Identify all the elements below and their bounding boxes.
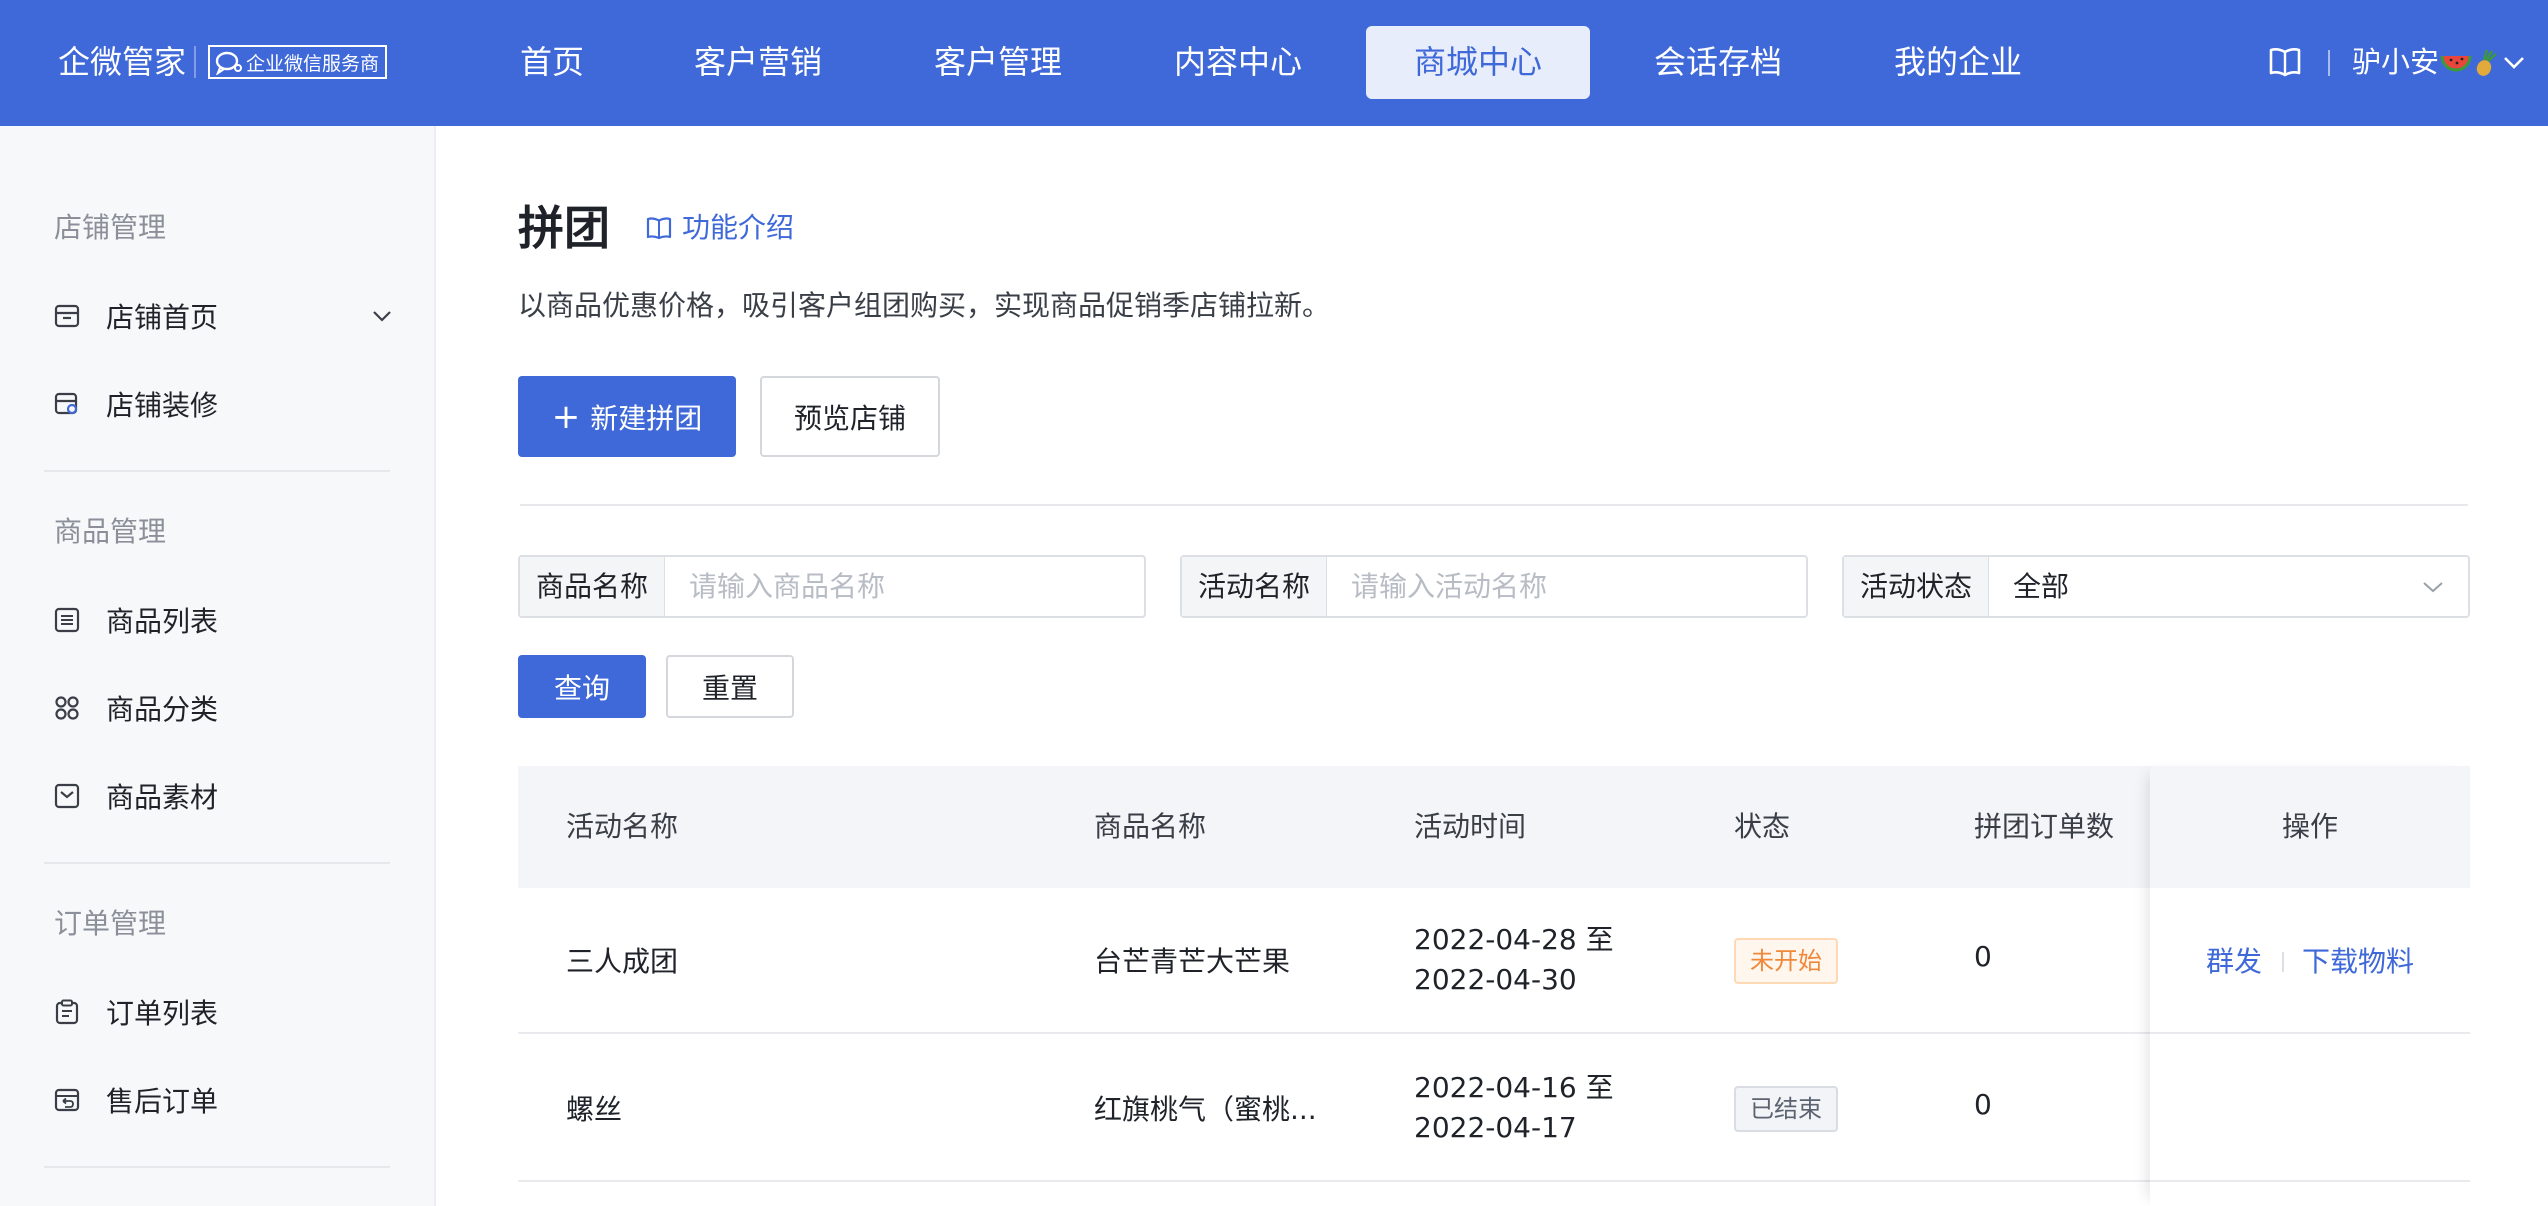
store-decorate-icon: [54, 392, 78, 415]
badge-text: 企业微信服务商: [246, 52, 380, 75]
row-product-name: 红旗桃气（蜜桃...: [1094, 1093, 1317, 1126]
row-activity-name: 三人成团: [566, 945, 679, 978]
sidebar-item-label: 订单列表: [106, 997, 219, 1030]
sidebar-item-store-home[interactable]: 店铺首页: [54, 286, 394, 346]
sidebar-item-store-decoration[interactable]: 店铺装修: [54, 374, 394, 434]
book-icon: [646, 217, 672, 240]
sidebar-item-after-sales[interactable]: 售后订单: [54, 1070, 394, 1130]
broadcast-link[interactable]: 群发: [2206, 940, 2262, 980]
sidebar: 店铺管理 店铺首页 店铺装修 商品管理 商品列表 商品分类 商品素材 订单管理 …: [0, 126, 436, 1206]
product-name-filter: 商品名称: [518, 555, 1146, 618]
sidebar-divider: [44, 470, 390, 472]
product-name-input[interactable]: [665, 557, 1144, 616]
activity-status-filter: 活动状态 全部: [1842, 555, 2470, 618]
brand-divider: [194, 46, 196, 78]
chevron-down-icon: [2423, 582, 2443, 593]
watermelon-icon: [2440, 49, 2497, 76]
column-order-count: 拼团订单数: [1974, 810, 2115, 843]
return-icon: [54, 1088, 80, 1112]
row-order-count: 0: [1974, 1088, 1992, 1121]
sidebar-item-label: 店铺首页: [106, 301, 219, 334]
chevron-down-icon[interactable]: [370, 304, 394, 328]
status-badge: 未开始: [1734, 938, 1838, 984]
brand-logo-text[interactable]: 企微管家: [58, 40, 186, 84]
activity-name-input[interactable]: [1327, 557, 1806, 616]
nav-home[interactable]: 首页: [492, 26, 612, 99]
user-name[interactable]: 驴小安: [2352, 40, 2439, 84]
section-divider: [520, 504, 2468, 506]
row-activity-name: 螺丝: [566, 1093, 623, 1126]
nav-customer-management[interactable]: 客户管理: [918, 26, 1078, 99]
user-divider: [2328, 50, 2330, 76]
time-end: 2022-04-30: [1414, 963, 1577, 996]
row-activity-time: 2022-04-28 至 2022-04-30: [1414, 920, 1614, 1000]
activity-status-value: 全部: [2013, 570, 2070, 603]
status-badge: 已结束: [1734, 1086, 1838, 1132]
sidebar-group-orders: 订单管理: [54, 907, 167, 940]
new-group-buy-button[interactable]: + 新建拼团: [518, 376, 736, 457]
sidebar-item-label: 商品分类: [106, 693, 219, 726]
time-end: 2022-04-17: [1414, 1111, 1577, 1144]
reset-button[interactable]: 重置: [666, 655, 794, 718]
page-title: 拼团: [518, 201, 610, 255]
sidebar-item-product-material[interactable]: 商品素材: [54, 766, 394, 826]
activity-name-label: 活动名称: [1182, 557, 1328, 616]
activity-status-select[interactable]: 全部: [1989, 557, 2468, 616]
nav-mall-center[interactable]: 商城中心: [1366, 26, 1590, 99]
product-name-label: 商品名称: [520, 557, 666, 616]
material-icon: [54, 783, 80, 809]
chevron-down-icon[interactable]: [2502, 52, 2526, 72]
category-icon: [55, 696, 79, 720]
feature-intro-link[interactable]: 功能介绍: [646, 208, 794, 248]
nav-my-enterprise[interactable]: 我的企业: [1878, 26, 2038, 99]
row-product-name: 台芒青芒大芒果: [1094, 945, 1291, 978]
help-book-icon[interactable]: [2268, 46, 2302, 78]
group-buy-table: 活动名称 商品名称 活动时间 状态 拼团订单数 操作 三人成团 台芒青芒大芒果 …: [518, 766, 2470, 1206]
service-provider-badge: 企业微信服务商: [208, 45, 388, 79]
list-icon: [54, 607, 80, 633]
sidebar-divider: [44, 862, 390, 864]
sidebar-group-store: 店铺管理: [54, 211, 167, 244]
new-group-buy-label: 新建拼团: [590, 401, 703, 435]
sidebar-item-order-list[interactable]: 订单列表: [54, 982, 394, 1042]
preview-store-button[interactable]: 预览店铺: [760, 376, 940, 457]
actions-column: [2150, 766, 2470, 1206]
column-status: 状态: [1734, 810, 1791, 843]
row-order-count: 0: [1974, 940, 1992, 973]
activity-name-filter: 活动名称: [1180, 555, 1808, 618]
row-activity-time: 2022-04-16 至 2022-04-17: [1414, 1068, 1614, 1148]
action-divider: [2282, 952, 2284, 972]
top-navbar: 企微管家 企业微信服务商 首页 客户营销 客户管理 内容中心 商城中心 会话存档…: [0, 0, 2548, 126]
time-start: 2022-04-28 至: [1414, 923, 1614, 956]
feature-intro-label: 功能介绍: [682, 211, 795, 244]
time-start: 2022-04-16 至: [1414, 1071, 1614, 1104]
sidebar-item-label: 售后订单: [106, 1085, 219, 1118]
column-activity-name: 活动名称: [566, 810, 679, 843]
sidebar-item-label: 商品列表: [106, 605, 219, 638]
page-description: 以商品优惠价格，吸引客户组团购买，实现商品促销季店铺拉新。: [518, 289, 1331, 322]
store-icon: [54, 304, 80, 328]
sidebar-group-products: 商品管理: [54, 515, 167, 548]
column-activity-time: 活动时间: [1414, 810, 1527, 843]
wecom-icon: [215, 51, 242, 75]
clipboard-icon: [55, 999, 79, 1025]
sidebar-item-product-category[interactable]: 商品分类: [54, 678, 394, 738]
sidebar-item-label: 店铺装修: [106, 389, 219, 422]
sidebar-item-label: 商品素材: [106, 781, 219, 814]
nav-customer-marketing[interactable]: 客户营销: [678, 26, 838, 99]
download-material-link[interactable]: 下载物料: [2302, 940, 2414, 980]
nav-content-center[interactable]: 内容中心: [1158, 26, 1318, 99]
activity-status-label: 活动状态: [1844, 557, 1990, 616]
column-product-name: 商品名称: [1094, 810, 1207, 843]
sidebar-divider: [44, 1166, 390, 1168]
plus-icon: +: [551, 396, 581, 437]
nav-chat-archive[interactable]: 会话存档: [1638, 26, 1798, 99]
search-button[interactable]: 查询: [518, 655, 646, 718]
sidebar-item-product-list[interactable]: 商品列表: [54, 590, 394, 650]
